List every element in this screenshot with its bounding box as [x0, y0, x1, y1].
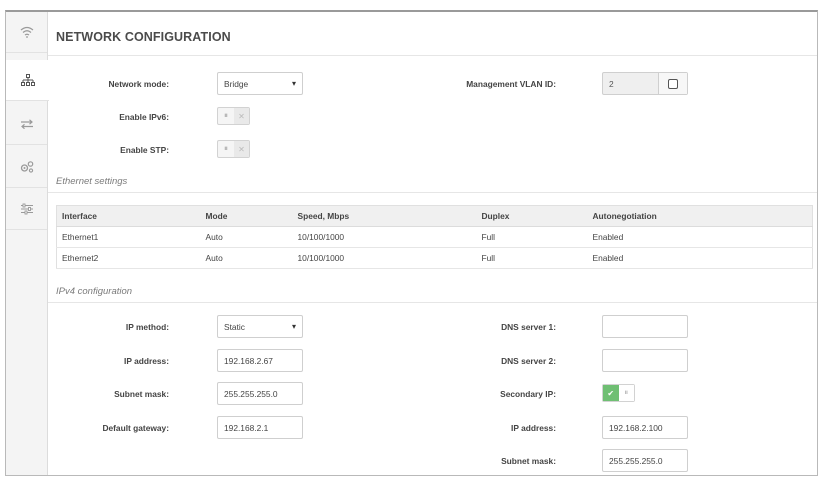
secondary-ip-address-input[interactable]: 192.168.2.100	[602, 416, 688, 439]
transfer-arrows-icon	[20, 119, 33, 129]
dns-server-2-label: DNS server 2:	[501, 356, 556, 366]
vlan-id-input-group: 2	[602, 72, 688, 95]
app-frame: NETWORK CONFIGURATION Network mode: Brid…	[5, 10, 818, 476]
cell-duplex: Full	[476, 247, 588, 269]
sliders-icon	[20, 203, 33, 215]
toggle-handle-icon: ⏸	[224, 111, 228, 120]
page-title: NETWORK CONFIGURATION	[56, 30, 231, 44]
wifi-icon	[20, 26, 33, 38]
vlan-id-input[interactable]: 2	[603, 73, 659, 94]
chevron-down-icon: ▾	[291, 79, 296, 88]
column-header-mode: Mode	[200, 205, 293, 227]
secondary-ip-address-label: IP address:	[511, 423, 556, 433]
sidebar-item-network[interactable]	[6, 60, 49, 101]
subnet-mask-input[interactable]: 255.255.255.0	[217, 382, 303, 405]
column-header-duplex: Duplex	[476, 205, 588, 227]
secondary-ip-label: Secondary IP:	[500, 389, 556, 399]
network-icon	[20, 74, 35, 86]
check-icon: ✔	[603, 385, 619, 401]
ip-method-value: Static	[224, 321, 245, 332]
subnet-mask-label: Subnet mask:	[114, 389, 169, 399]
ip-method-label: IP method:	[125, 322, 169, 332]
ipv4-section-title: IPv4 configuration	[56, 286, 133, 297]
network-mode-value: Bridge	[224, 78, 249, 89]
cell-duplex: Full	[476, 226, 588, 248]
cell-interface: Ethernet1	[56, 226, 201, 248]
column-header-speed: Speed, Mbps	[292, 205, 477, 227]
sidebar-item-wireless[interactable]	[6, 12, 47, 53]
secondary-ip-toggle[interactable]: ✔ ⏸	[602, 384, 635, 402]
toggle-handle-icon: ⏸	[618, 385, 634, 401]
column-header-autonegotiation: Autonegotiation	[587, 205, 813, 227]
ipv6-label: Enable IPv6:	[119, 112, 169, 122]
ethernet-section-title: Ethernet settings	[56, 176, 128, 187]
network-mode-label: Network mode:	[108, 79, 170, 89]
vlan-enable-checkbox[interactable]	[659, 73, 687, 94]
cell-autonegotiation: Enabled	[587, 226, 813, 248]
cell-autonegotiation: Enabled	[587, 247, 813, 269]
title-divider	[48, 55, 817, 56]
cell-interface: Ethernet2	[56, 247, 201, 269]
stp-toggle[interactable]: ⏸ ✕	[217, 140, 250, 158]
table-header-row: Interface Mode Speed, Mbps Duplex Autone…	[56, 205, 813, 227]
secondary-subnet-mask-label: Subnet mask:	[501, 456, 556, 466]
default-gateway-label: Default gateway:	[102, 423, 169, 433]
checkbox-icon	[668, 78, 678, 89]
ip-address-input[interactable]: 192.168.2.67	[217, 349, 303, 372]
dns-server-1-label: DNS server 1:	[501, 322, 556, 332]
ip-address-label: IP address:	[124, 356, 169, 366]
dns-server-1-input[interactable]	[602, 315, 688, 338]
ipv6-toggle[interactable]: ⏸ ✕	[217, 107, 250, 125]
main-content: NETWORK CONFIGURATION Network mode: Brid…	[48, 12, 817, 475]
cell-speed: 10/100/1000	[292, 226, 477, 248]
cell-mode: Auto	[200, 226, 293, 248]
sidebar	[6, 12, 49, 475]
network-mode-select[interactable]: Bridge ▾	[217, 72, 303, 95]
ethernet-table: Interface Mode Speed, Mbps Duplex Autone…	[56, 205, 813, 269]
toggle-handle-icon: ⏸	[224, 144, 228, 153]
ip-method-select[interactable]: Static ▾	[217, 315, 303, 338]
ipv4-section-divider	[48, 302, 817, 303]
toggle-off-icon: ✕	[234, 108, 249, 124]
vlan-id-label: Management VLAN ID:	[466, 79, 556, 89]
ethernet-section-divider	[48, 192, 817, 193]
dns-server-2-input[interactable]	[602, 349, 688, 372]
sidebar-item-system[interactable]	[6, 189, 47, 230]
cell-speed: 10/100/1000	[292, 247, 477, 269]
table-row[interactable]: Ethernet1 Auto 10/100/1000 Full Enabled	[56, 226, 813, 248]
toggle-off-icon: ✕	[234, 141, 249, 157]
chevron-down-icon: ▾	[291, 322, 296, 331]
secondary-subnet-mask-input[interactable]: 255.255.255.0	[602, 449, 688, 472]
sidebar-item-routing[interactable]	[6, 104, 47, 145]
table-row[interactable]: Ethernet2 Auto 10/100/1000 Full Enabled	[56, 247, 813, 269]
default-gateway-input[interactable]: 192.168.2.1	[217, 416, 303, 439]
sidebar-item-services[interactable]	[6, 147, 47, 188]
cell-mode: Auto	[200, 247, 293, 269]
column-header-interface: Interface	[56, 205, 201, 227]
stp-label: Enable STP:	[120, 145, 169, 155]
gears-icon	[20, 161, 33, 173]
